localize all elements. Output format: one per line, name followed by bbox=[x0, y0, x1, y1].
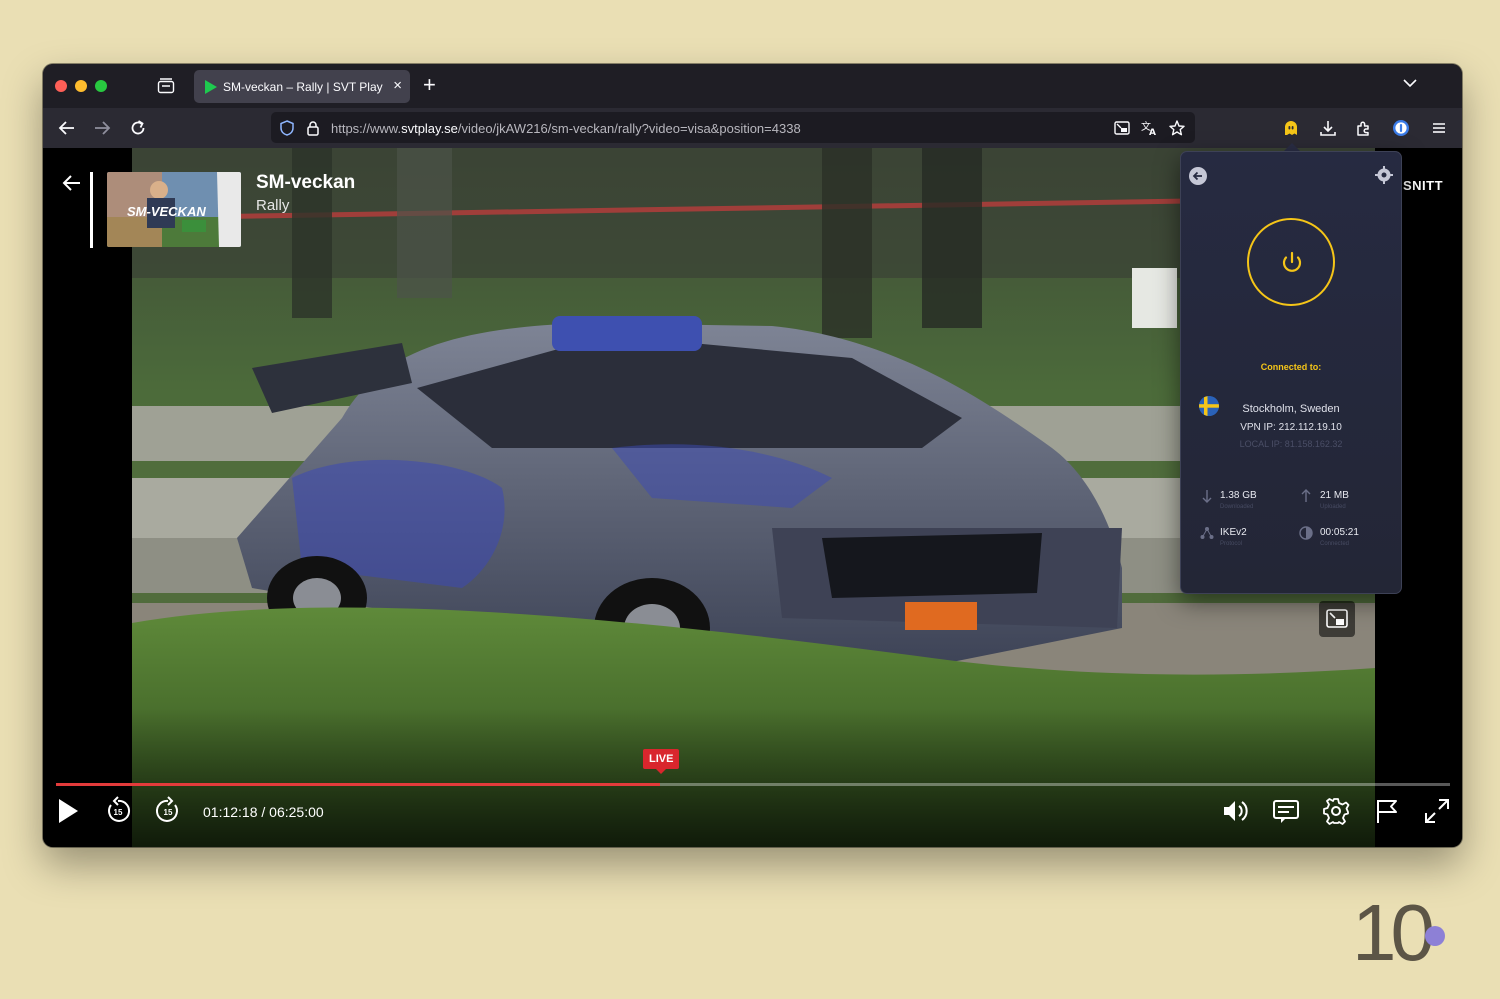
forward-arrow-icon[interactable] bbox=[92, 118, 112, 138]
password-manager-icon[interactable] bbox=[1391, 118, 1411, 138]
report-flag-icon[interactable] bbox=[1372, 796, 1402, 826]
forward-15-icon[interactable]: 15 bbox=[153, 796, 183, 826]
vpn-duration-label: Connected bbox=[1320, 541, 1350, 547]
vpn-downloaded-label: Downloaded bbox=[1220, 504, 1254, 510]
vpn-duration: 00:05:21 bbox=[1320, 527, 1359, 538]
menu-hamburger-icon[interactable] bbox=[1429, 118, 1449, 138]
vpn-local-ip: LOCAL IP: 81.158.162.32 bbox=[1239, 439, 1343, 449]
vpn-protocol-label: Protocol bbox=[1220, 541, 1243, 547]
episode-thumbnail: SM-VECKAN bbox=[107, 172, 241, 247]
vpn-location: Stockholm, Sweden bbox=[1242, 403, 1340, 415]
vpn-downloaded: 1.38 GB bbox=[1220, 490, 1257, 501]
close-window-button[interactable] bbox=[55, 80, 67, 92]
vpn-connected-label: Connected to: bbox=[1260, 362, 1322, 372]
episode-title: SM-veckan bbox=[256, 172, 356, 193]
tab-bar: SM-veckan – Rally | SVT Play × + bbox=[43, 64, 1462, 108]
side-label[interactable]: SNITT bbox=[1403, 178, 1443, 193]
new-tab-button[interactable]: + bbox=[423, 74, 436, 96]
navigation-toolbar: https://www.svtplay.se/video/jkAW216/sm-… bbox=[43, 108, 1462, 148]
vpn-uploaded: 21 MB bbox=[1320, 490, 1349, 501]
tab-close-icon[interactable]: × bbox=[393, 78, 402, 94]
translate-icon[interactable]: 文A bbox=[1140, 119, 1158, 137]
vpn-popup: Connected to: Stockholm, Sweden VPN IP: … bbox=[1180, 151, 1402, 594]
back-arrow-icon[interactable] bbox=[57, 118, 77, 138]
vpn-power-button[interactable] bbox=[1247, 218, 1335, 306]
svg-text:SM-VECKAN: SM-VECKAN bbox=[127, 204, 206, 219]
playback-time: 01:12:18 / 06:25:00 bbox=[203, 804, 324, 820]
play-icon[interactable] bbox=[53, 796, 83, 826]
url-text[interactable]: https://www.svtplay.se/video/jkAW216/sm-… bbox=[331, 121, 801, 136]
picture-in-picture-button[interactable] bbox=[1319, 601, 1355, 637]
shield-icon[interactable] bbox=[278, 119, 296, 137]
protocol-icon bbox=[1200, 527, 1214, 539]
tab-title: SM-veckan – Rally | SVT Play bbox=[223, 80, 383, 94]
browser-window: SM-veckan – Rally | SVT Play × + https:/… bbox=[43, 64, 1462, 847]
episode-divider bbox=[90, 172, 93, 248]
svg-text:15: 15 bbox=[114, 808, 123, 817]
picture-in-picture-icon bbox=[1326, 609, 1348, 628]
vpn-ip: VPN IP: 212.112.19.10 bbox=[1240, 422, 1342, 433]
vpn-settings-gear-icon[interactable] bbox=[1375, 166, 1393, 184]
tab-svt-play[interactable]: SM-veckan – Rally | SVT Play × bbox=[194, 70, 410, 103]
bookmark-star-icon[interactable] bbox=[1168, 119, 1186, 137]
download-arrow-icon bbox=[1202, 490, 1212, 503]
vpn-extension-icon[interactable] bbox=[1281, 118, 1301, 138]
minimize-window-button[interactable] bbox=[75, 80, 87, 92]
svt-play-favicon-icon bbox=[205, 80, 217, 94]
url-bar[interactable]: https://www.svtplay.se/video/jkAW216/sm-… bbox=[271, 112, 1195, 143]
progress-fill bbox=[56, 783, 660, 786]
clock-icon bbox=[1299, 526, 1313, 540]
download-icon[interactable] bbox=[1318, 118, 1338, 138]
live-badge[interactable]: LIVE bbox=[643, 749, 680, 774]
chevron-down-icon[interactable] bbox=[1403, 78, 1417, 88]
rewind-15-icon[interactable]: 15 bbox=[103, 796, 133, 826]
episode-subtitle: Rally bbox=[256, 197, 290, 214]
subtitles-icon[interactable] bbox=[1271, 796, 1301, 826]
vpn-popup-caret bbox=[1284, 143, 1300, 151]
settings-gear-icon[interactable] bbox=[1321, 796, 1351, 826]
upload-arrow-icon bbox=[1301, 489, 1311, 502]
zoom-window-button[interactable] bbox=[95, 80, 107, 92]
svg-text:15: 15 bbox=[164, 808, 173, 817]
tab-list-icon[interactable] bbox=[155, 75, 177, 97]
controls-gradient bbox=[43, 708, 1462, 847]
vpn-back-button[interactable] bbox=[1189, 167, 1207, 185]
reload-icon[interactable] bbox=[128, 118, 148, 138]
back-arrow-icon bbox=[1192, 171, 1202, 181]
back-arrow-icon[interactable] bbox=[61, 172, 83, 194]
site-logo: 10 bbox=[1352, 894, 1445, 966]
vpn-uploaded-label: Uploaded bbox=[1320, 504, 1346, 510]
svg-text:A: A bbox=[1149, 128, 1156, 137]
lock-icon[interactable] bbox=[304, 119, 322, 137]
fullscreen-icon[interactable] bbox=[1422, 796, 1452, 826]
svg-text:10: 10 bbox=[1352, 894, 1432, 966]
volume-icon[interactable] bbox=[1220, 796, 1250, 826]
power-icon bbox=[1282, 251, 1302, 272]
progress-bar[interactable] bbox=[56, 783, 1450, 786]
vpn-protocol: IKEv2 bbox=[1220, 527, 1247, 538]
picture-in-picture-icon[interactable] bbox=[1113, 119, 1131, 137]
extensions-puzzle-icon[interactable] bbox=[1354, 118, 1374, 138]
